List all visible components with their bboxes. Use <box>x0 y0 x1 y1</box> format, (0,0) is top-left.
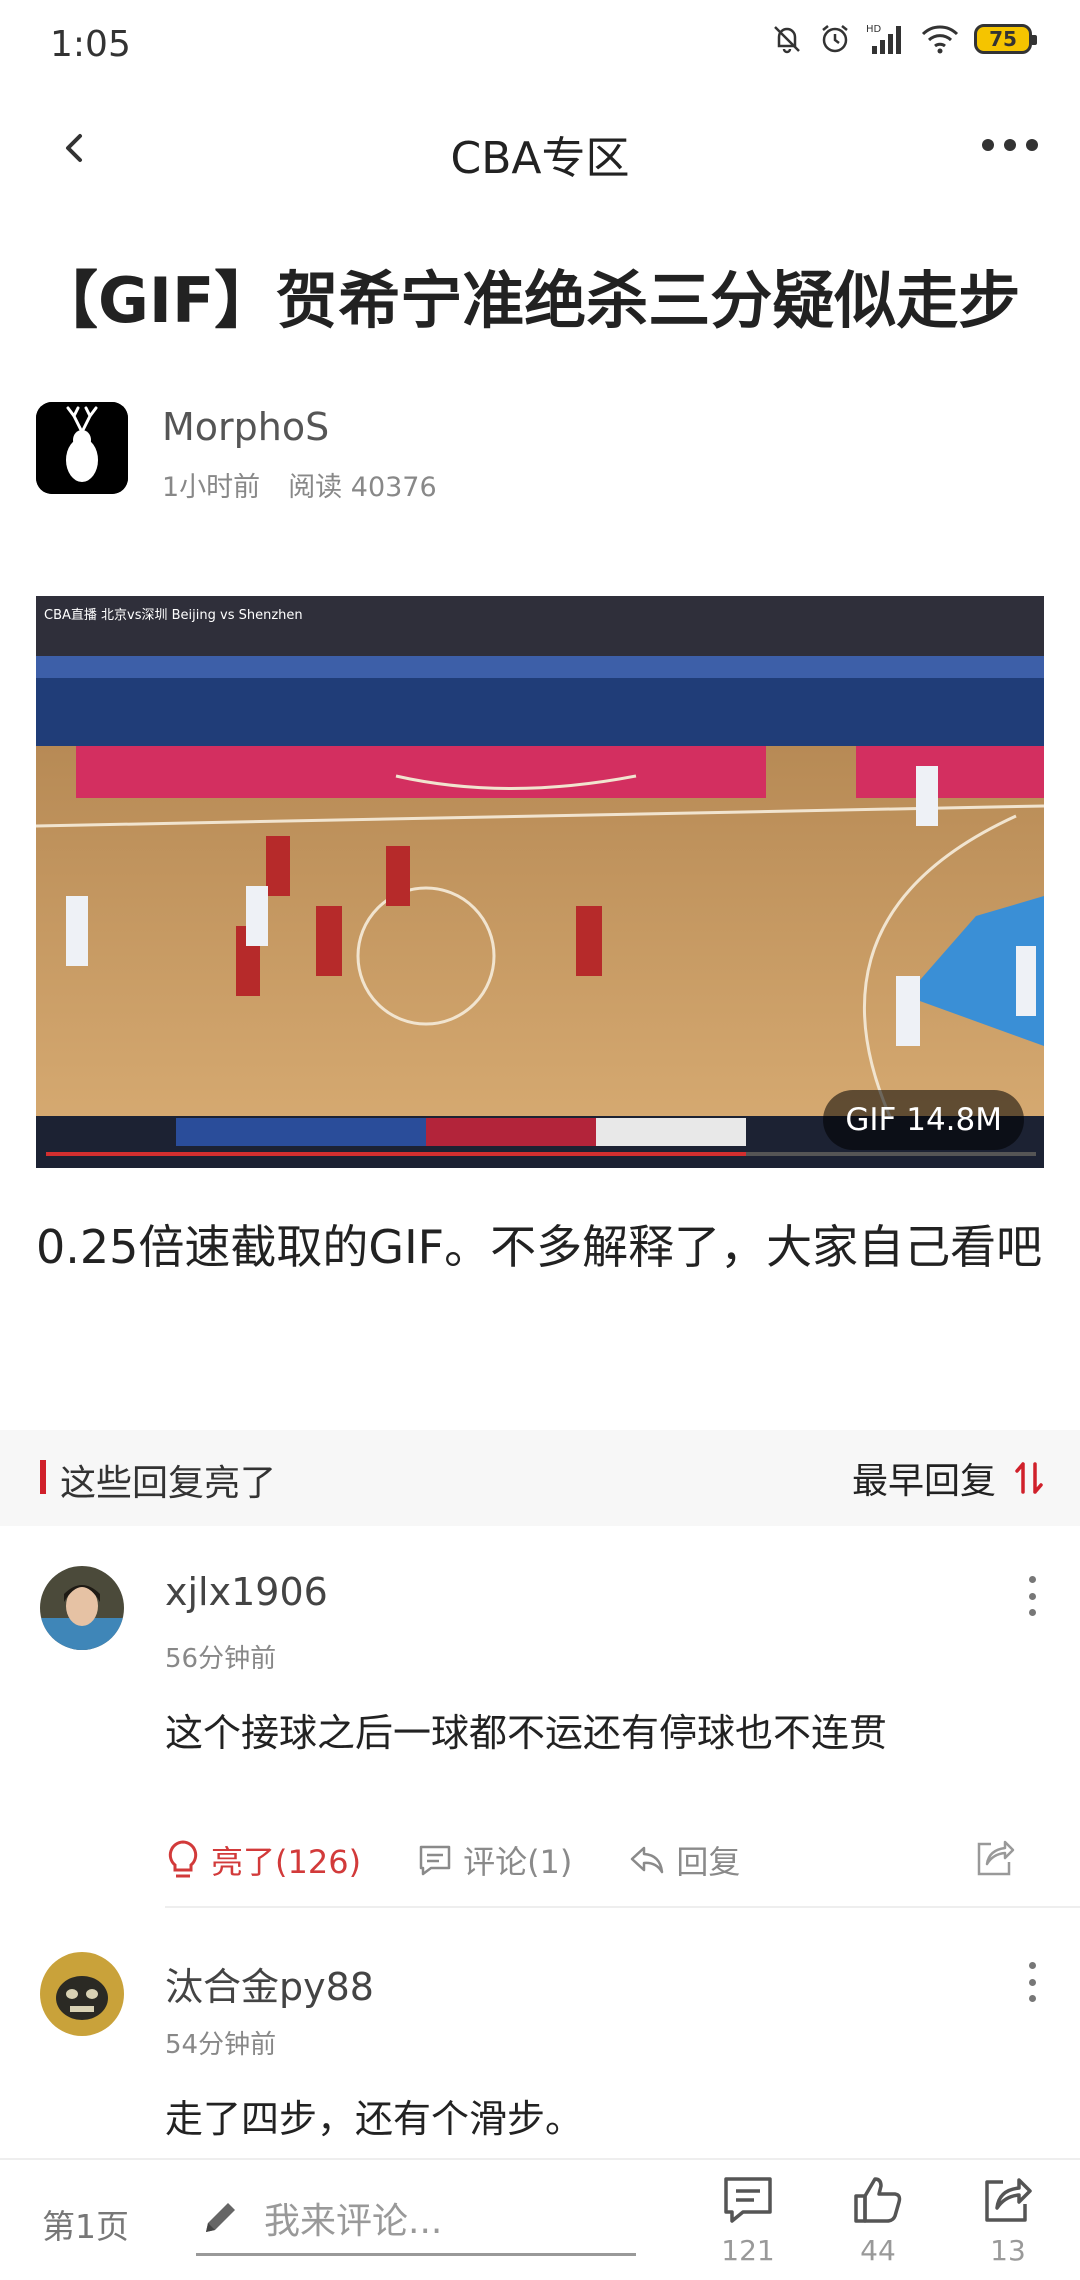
more-dot-icon <box>1028 1576 1036 1583</box>
comments-count: 121 <box>721 2234 775 2267</box>
more-dot-icon <box>1028 1978 1036 1986</box>
svg-text:HD: HD <box>866 24 882 35</box>
article-description: 0.25倍速截取的GIF。不多解释了，大家自己看吧 <box>36 1220 1043 1274</box>
post-time: 1小时前 <box>162 472 261 503</box>
commenter-name[interactable]: 汰合金py88 <box>165 1956 374 2011</box>
comment-actions: 亮了(126) 评论(1) 回复 <box>165 1830 1045 1890</box>
comment-text: 走了四步，还有个滑步。 <box>165 2097 584 2141</box>
avatar-photo-icon <box>40 1566 124 1650</box>
comments-button[interactable]: 121 <box>708 2174 788 2274</box>
comment-bubble-icon <box>419 1845 451 1876</box>
alarm-icon <box>822 25 848 53</box>
more-dot-icon <box>1028 1609 1036 1616</box>
article-title: 【GIF】贺希宁准绝杀三分疑似走步 <box>36 264 1021 337</box>
share-button[interactable]: 13 <box>968 2174 1048 2274</box>
commenter-name[interactable]: xjlx1906 <box>165 1570 328 1614</box>
comment-count-button[interactable]: 评论(1) <box>417 1837 572 1883</box>
section-title: 这些回复亮了 <box>60 1463 277 1504</box>
comment-divider <box>165 1906 1080 1908</box>
light-up-label: 亮了(126) <box>211 1843 362 1881</box>
reply-arrow-icon <box>631 1846 664 1874</box>
signal-icon: HD <box>866 24 901 54</box>
more-options-button[interactable] <box>978 130 1042 160</box>
pencil-icon <box>206 2202 235 2232</box>
gif-image[interactable]: CBA直播 北京vs深圳 Beijing vs Shenzhen GIF 14.… <box>36 596 1044 1168</box>
comment-item: xjlx1906 56分钟前 这个接球之后一球都不运还有停球也不连贯 亮了(12… <box>0 1560 1080 1910</box>
author-meta: 1小时前 阅读 40376 <box>162 465 437 504</box>
reply-label: 回复 <box>676 1843 741 1881</box>
comment-item: 汰合金py88 54分钟前 走了四步，还有个滑步。 <box>0 1946 1080 2146</box>
gif-size-badge: GIF 14.8M <box>823 1090 1024 1150</box>
more-dot-icon <box>1028 1962 1036 1969</box>
commenter-avatar[interactable] <box>40 1566 124 1650</box>
nav-bar: CBA专区 <box>0 92 1080 204</box>
author-avatar[interactable] <box>36 402 128 494</box>
more-dot-icon <box>1004 139 1016 151</box>
shares-count: 13 <box>990 2234 1026 2267</box>
page-indicator[interactable]: 第1页 <box>42 2200 129 2248</box>
section-accent-bar <box>40 1460 46 1494</box>
comment-time: 56分钟前 <box>165 1644 277 1674</box>
comment-more-button[interactable] <box>1020 1576 1044 1616</box>
hot-replies-header: 这些回复亮了 最早回复 <box>0 1430 1080 1526</box>
video-overlay-text: CBA直播 北京vs深圳 Beijing vs Shenzhen <box>44 608 303 623</box>
more-dot-icon <box>1028 1592 1036 1600</box>
status-time: 1:05 <box>50 24 131 65</box>
share-icon[interactable] <box>973 1836 1017 1880</box>
read-count: 阅读 40376 <box>288 472 437 503</box>
thumbs-up-icon <box>854 2177 902 2223</box>
basketball-court-image <box>36 596 1044 1168</box>
status-bar: 1:05 HD 75 <box>0 0 1080 92</box>
comment-placeholder: 我来评论... <box>264 2200 443 2242</box>
battery-indicator: 75 <box>974 24 1037 54</box>
comment-more-button[interactable] <box>1020 1962 1044 2002</box>
commenter-avatar[interactable] <box>40 1952 124 2036</box>
light-up-button[interactable]: 亮了(126) <box>165 1837 361 1883</box>
more-dot-icon <box>1028 1995 1036 2002</box>
likes-count: 44 <box>860 2234 896 2267</box>
sort-arrows-icon <box>1015 1462 1043 1494</box>
status-icons: HD 75 <box>770 22 1037 56</box>
comment-time: 54分钟前 <box>165 2030 277 2060</box>
reply-button[interactable]: 回复 <box>628 1837 740 1883</box>
wifi-icon <box>921 25 959 54</box>
lightbulb-icon <box>168 1840 198 1878</box>
mute-bell-icon <box>774 26 800 54</box>
sort-label: 最早回复 <box>851 1461 996 1502</box>
bottom-bar: 第1页 我来评论... 121 44 13 <box>0 2158 1080 2280</box>
deer-logo-icon <box>36 402 128 494</box>
comment-bubble-icon <box>724 2177 772 2223</box>
more-dot-icon <box>1026 139 1038 151</box>
author-name[interactable]: MorphoS <box>162 405 329 449</box>
page-title: CBA专区 <box>450 133 630 184</box>
sort-toggle[interactable]: 最早回复 <box>852 1452 1044 1504</box>
more-dot-icon <box>982 139 994 151</box>
like-button[interactable]: 44 <box>838 2174 918 2274</box>
share-icon <box>985 2178 1032 2222</box>
comment-count-label: 评论(1) <box>463 1843 573 1881</box>
comment-text: 这个接球之后一球都不运还有停球也不连贯 <box>165 1711 888 1755</box>
comment-input[interactable]: 我来评论... <box>196 2182 636 2256</box>
avatar-photo-icon <box>40 1952 124 2036</box>
